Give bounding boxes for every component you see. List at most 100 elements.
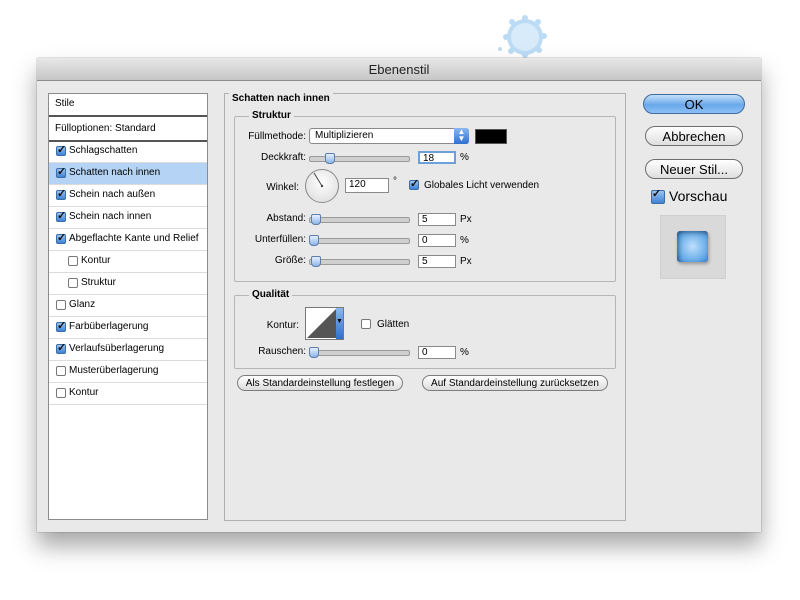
sidebar-item[interactable]: Abgeflachte Kante und Relief <box>49 229 207 251</box>
global-light-label: Globales Licht verwenden <box>424 180 540 191</box>
shadow-color-swatch[interactable] <box>475 129 507 144</box>
structure-group: Struktur Füllmethode: Multiplizieren ▲ ▼ … <box>234 110 616 282</box>
sidebar-item-label: Stile <box>55 98 75 109</box>
sidebar-item[interactable]: Verlaufsüberlagerung <box>49 339 207 361</box>
angle-dial[interactable] <box>305 169 339 203</box>
choke-label: Unterfüllen: <box>254 234 306 245</box>
blend-mode-label: Füllmethode: <box>248 131 306 142</box>
noise-slider-thumb[interactable] <box>309 347 319 358</box>
preview-checkbox[interactable] <box>651 187 665 204</box>
preview-swatch <box>677 231 708 262</box>
sidebar-item[interactable]: Fülloptionen: Standard <box>49 119 207 142</box>
sidebar-item-label: Schatten nach innen <box>69 167 161 178</box>
angle-unit: ° <box>393 176 397 187</box>
quality-group: Qualität Kontur: ▼ Glätten Rauschen: 0 % <box>234 289 616 369</box>
new-style-button[interactable]: Neuer Stil... <box>645 159 743 179</box>
preview-label: Vorschau <box>669 188 728 204</box>
sidebar-item[interactable]: Schein nach innen <box>49 207 207 229</box>
sidebar-item-label: Glanz <box>69 299 96 310</box>
structure-title: Struktur <box>249 110 294 121</box>
size-field[interactable]: 5 <box>418 255 456 268</box>
antialias-checkbox[interactable] <box>361 319 371 329</box>
opacity-unit: % <box>460 152 469 163</box>
sidebar-item-label: Abgeflachte Kante und Relief <box>69 233 199 244</box>
angle-field[interactable]: 120 <box>345 178 389 193</box>
opacity-label: Deckkraft: <box>260 152 306 163</box>
sidebar-item[interactable]: Farbüberlagerung <box>49 317 207 339</box>
sidebar-item[interactable]: Schlagschatten <box>49 141 207 163</box>
size-label: Größe: <box>274 255 306 266</box>
contour-label: Kontur: <box>266 320 299 331</box>
sidebar-item-label: Musterüberlagerung <box>69 365 159 376</box>
blend-mode-value: Multiplizieren <box>315 130 374 141</box>
sidebar-item-checkbox[interactable] <box>56 388 66 398</box>
sidebar-item-label: Fülloptionen: Standard <box>55 123 156 134</box>
title-bar[interactable]: Ebenenstil <box>37 58 761 81</box>
sidebar-item-checkbox[interactable] <box>56 366 66 376</box>
layer-style-dialog: Ebenenstil Stile Fülloptionen: Standard Sc… <box>37 58 761 532</box>
sidebar-item-label: Verlaufsüberlagerung <box>69 343 165 354</box>
sidebar-item-label: Schein nach außen <box>69 189 156 200</box>
sidebar-item-label: Schlagschatten <box>69 145 138 156</box>
choke-slider[interactable] <box>309 238 410 244</box>
noise-field[interactable]: 0 <box>418 346 456 359</box>
noise-slider[interactable] <box>309 350 410 356</box>
opacity-field[interactable]: 18 <box>418 151 456 164</box>
sidebar-item-checkbox[interactable] <box>68 256 78 266</box>
make-default-button[interactable]: Als Standardeinstellung festlegen <box>237 375 403 391</box>
sidebar-item[interactable]: Musterüberlagerung <box>49 361 207 383</box>
antialias-label: Glätten <box>377 319 410 330</box>
sidebar-item-label: Kontur <box>81 255 111 266</box>
sidebar-item-label: Struktur <box>81 277 117 288</box>
dialog-title: Ebenenstil <box>368 62 430 77</box>
sidebar-item[interactable]: Kontur <box>49 251 207 273</box>
sidebar-item-checkbox[interactable] <box>56 209 66 222</box>
ok-button[interactable]: OK <box>643 94 745 114</box>
sidebar-item-checkbox[interactable] <box>56 300 66 310</box>
choke-unit: % <box>460 235 469 246</box>
choke-slider-thumb[interactable] <box>309 235 319 246</box>
style-list: Stile Fülloptionen: Standard Schlagschatte… <box>48 93 208 520</box>
sidebar-item-label: Kontur <box>69 387 99 398</box>
cancel-button[interactable]: Abbrechen <box>645 126 743 146</box>
sidebar-item-checkbox[interactable] <box>56 143 66 156</box>
sidebar-item-checkbox[interactable] <box>56 341 66 354</box>
reset-default-button[interactable]: Auf Standardeinstellung zurücksetzen <box>422 375 608 391</box>
sidebar-item-checkbox[interactable] <box>56 319 66 332</box>
section-title: Schatten nach innen <box>229 93 333 104</box>
distance-slider[interactable] <box>309 217 410 223</box>
distance-field[interactable]: 5 <box>418 213 456 226</box>
size-slider-thumb[interactable] <box>310 256 321 267</box>
contour-picker[interactable]: ▼ <box>305 307 344 340</box>
contour-preview-icon <box>307 309 336 338</box>
sidebar-item[interactable]: Stile <box>49 94 207 117</box>
sidebar-item-checkbox[interactable] <box>56 231 66 244</box>
sidebar-item[interactable]: Kontur <box>49 383 207 405</box>
splash-decoration <box>498 15 547 58</box>
quality-title: Qualität <box>249 289 293 300</box>
distance-label: Abstand: <box>266 213 306 224</box>
sidebar-item-checkbox[interactable] <box>56 165 66 178</box>
opacity-slider-thumb[interactable] <box>325 153 336 164</box>
size-slider[interactable] <box>309 259 410 265</box>
style-preview <box>660 215 726 279</box>
sidebar-item[interactable]: Struktur <box>49 273 207 295</box>
size-unit: Px <box>460 256 472 267</box>
noise-unit: % <box>460 347 469 358</box>
distance-slider-thumb[interactable] <box>310 214 321 225</box>
sidebar-item[interactable]: Schatten nach innen <box>49 163 207 185</box>
angle-label: Winkel: <box>266 182 299 193</box>
effect-settings-panel: Schatten nach innen Struktur Füllmethode… <box>224 93 626 521</box>
noise-label: Rauschen: <box>258 346 306 357</box>
sidebar-item[interactable]: Schein nach außen <box>49 185 207 207</box>
sidebar-item-checkbox[interactable] <box>56 187 66 200</box>
contour-dropdown-arrow-icon: ▼ <box>336 308 343 339</box>
sidebar-item-label: Schein nach innen <box>69 211 152 222</box>
sidebar-item[interactable]: Glanz <box>49 295 207 317</box>
sidebar-item-checkbox[interactable] <box>68 278 78 288</box>
global-light-checkbox[interactable] <box>409 177 419 190</box>
blend-mode-select[interactable]: Multiplizieren ▲ ▼ <box>309 128 469 144</box>
opacity-slider[interactable] <box>309 156 410 162</box>
choke-field[interactable]: 0 <box>418 234 456 247</box>
distance-unit: Px <box>460 214 472 225</box>
